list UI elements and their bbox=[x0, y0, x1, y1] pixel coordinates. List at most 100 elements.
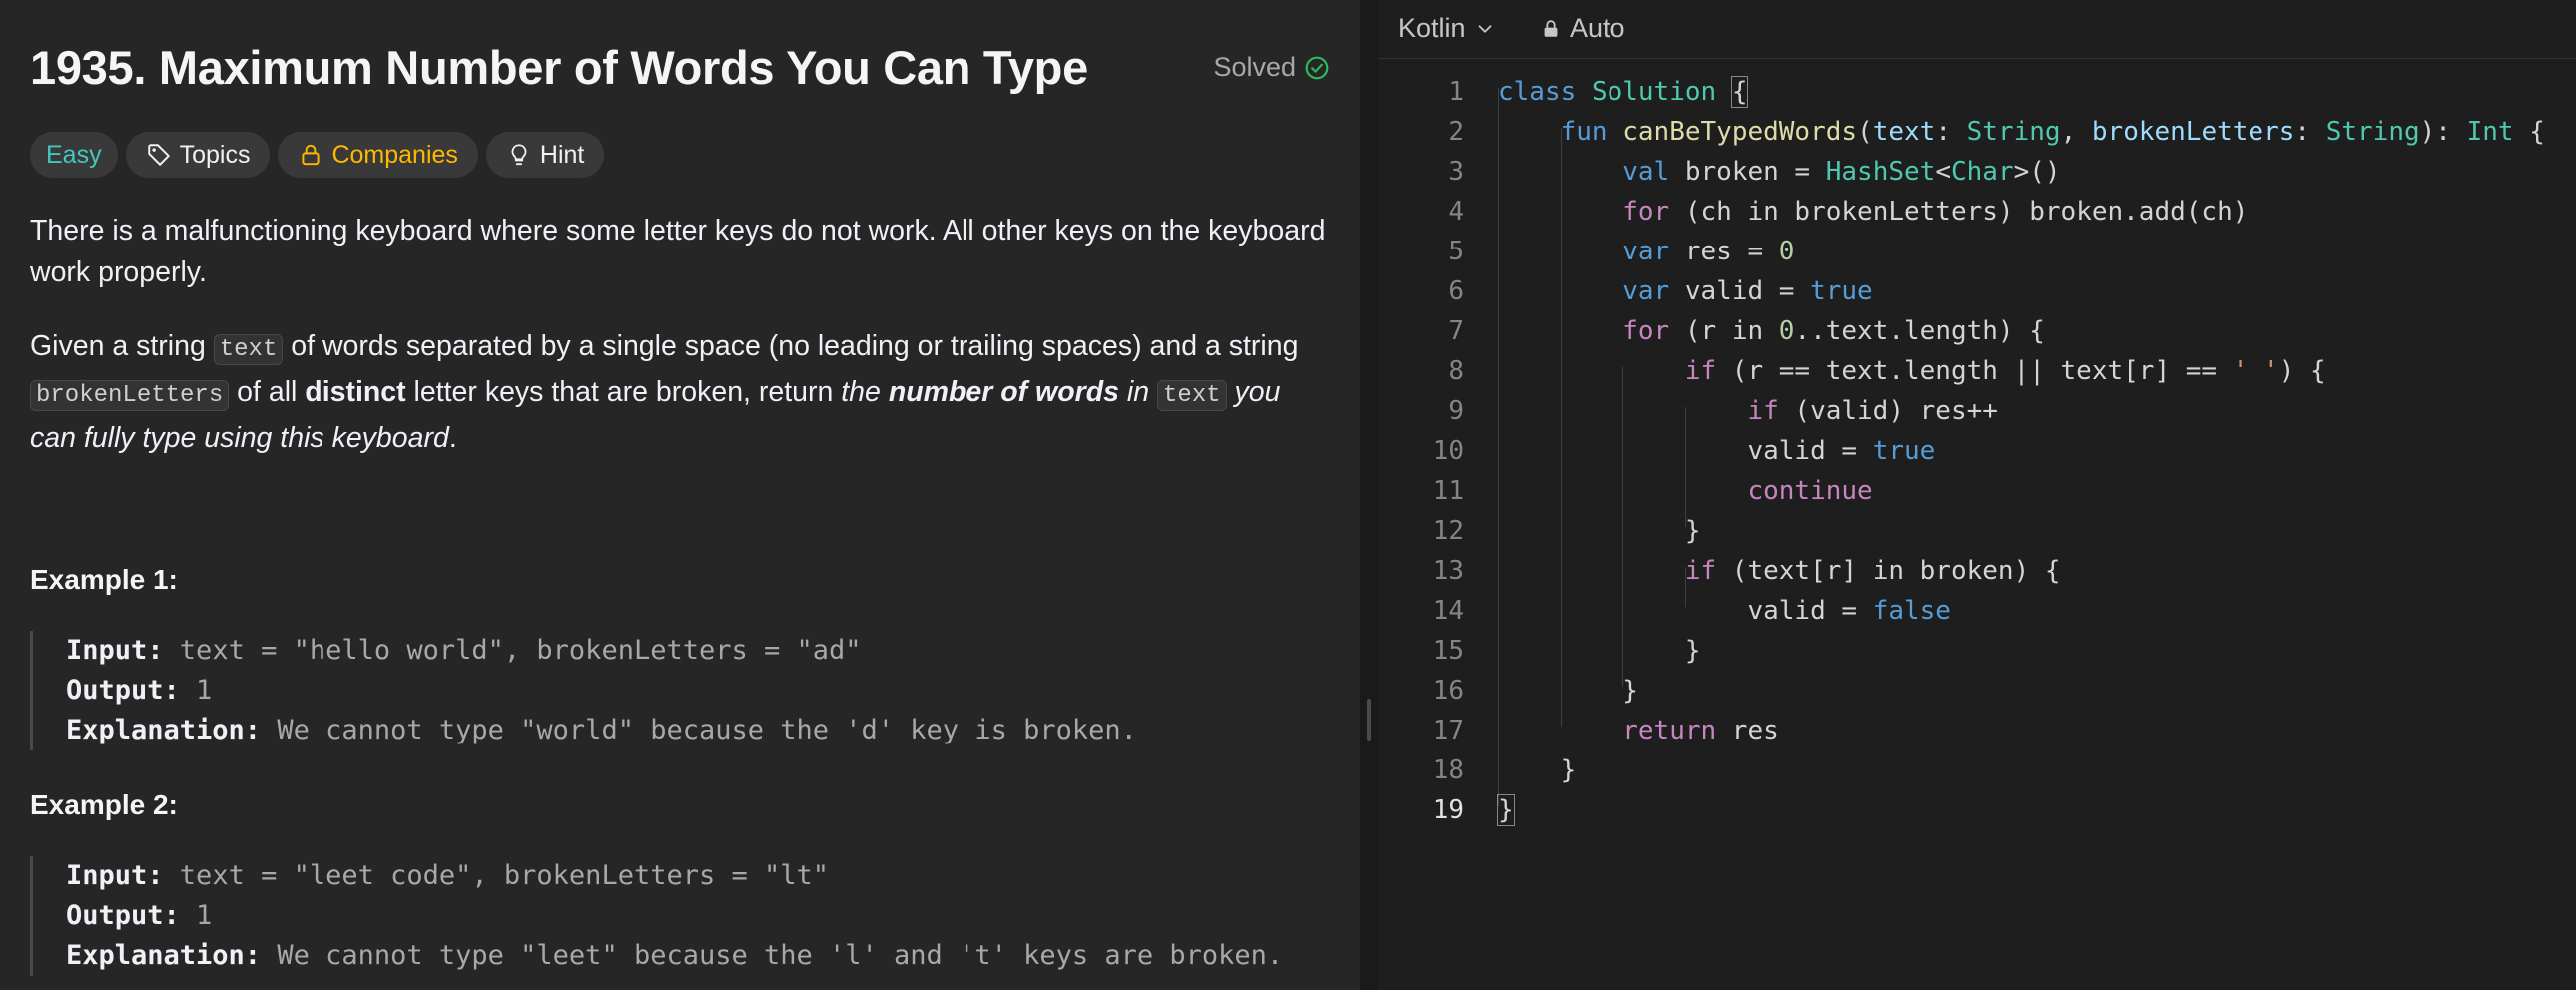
code-area[interactable]: 1 class Solution { 2 fun canBeTypedWords(… bbox=[1378, 72, 2576, 830]
auto-mode-button[interactable]: Auto bbox=[1540, 13, 1625, 44]
line-number: 6 bbox=[1448, 276, 1464, 306]
code-line[interactable]: 13 if (text[r] in broken) { bbox=[1378, 551, 2576, 591]
line-number: 2 bbox=[1448, 117, 1464, 147]
inline-code: brokenLetters bbox=[30, 380, 230, 411]
explanation-label: Explanation: bbox=[66, 940, 262, 971]
code-line[interactable]: 7 for (r in 0..text.length) { bbox=[1378, 311, 2576, 351]
description-paragraph-2: Given a string text of words separated b… bbox=[30, 325, 1328, 459]
line-number: 13 bbox=[1432, 556, 1464, 586]
lightbulb-icon bbox=[511, 144, 527, 166]
example-1-heading: Example 1: bbox=[30, 564, 178, 595]
difficulty-badge: Easy bbox=[30, 132, 118, 178]
line-number: 7 bbox=[1448, 316, 1464, 346]
resize-handle[interactable] bbox=[1367, 699, 1371, 741]
code-text: continue bbox=[1747, 476, 1873, 506]
auto-mode-label: Auto bbox=[1570, 13, 1625, 43]
code-line[interactable]: 16 } bbox=[1378, 671, 2576, 711]
output-label: Output: bbox=[66, 900, 180, 931]
problem-description-panel: 1935. Maximum Number of Words You Can Ty… bbox=[0, 0, 1360, 990]
language-selector[interactable]: Kotlin bbox=[1398, 13, 1496, 44]
output-value: 1 bbox=[179, 900, 213, 931]
text-span: Given a string bbox=[30, 330, 214, 362]
code-text: var res = 0 bbox=[1622, 237, 1795, 266]
bold-italic-text: number of words bbox=[888, 376, 1119, 408]
check-circle-icon bbox=[1305, 56, 1329, 79]
solved-status: Solved bbox=[1213, 52, 1330, 83]
tag-icon bbox=[147, 144, 170, 166]
code-line[interactable]: 18 } bbox=[1378, 750, 2576, 790]
code-line[interactable]: 6 var valid = true bbox=[1378, 271, 2576, 311]
topics-label: Topics bbox=[179, 140, 251, 169]
companies-label: Companies bbox=[331, 140, 458, 169]
example-2-block: Input: text = "leet code", brokenLetters… bbox=[30, 856, 1360, 976]
lock-icon bbox=[302, 144, 321, 166]
code-text: } bbox=[1498, 676, 1638, 706]
code-text: if (r == text.length || text[r] == ' ') … bbox=[1684, 356, 2326, 386]
code-line[interactable]: 9 if (valid) res++ bbox=[1378, 391, 2576, 431]
explanation-value: We cannot type "leet" because the 'l' an… bbox=[261, 940, 1284, 971]
code-line[interactable]: 15 } bbox=[1378, 631, 2576, 671]
problem-tags: Easy Topics Companies Hint bbox=[30, 132, 605, 178]
italic-text: in bbox=[1119, 376, 1158, 408]
line-number: 16 bbox=[1432, 676, 1464, 706]
code-text: for (r in 0..text.length) { bbox=[1622, 316, 2045, 346]
code-text: if (text[r] in broken) { bbox=[1684, 556, 2061, 586]
code-line[interactable]: 4 for (ch in brokenLetters) broken.add(c… bbox=[1378, 192, 2576, 232]
explanation-label: Explanation: bbox=[66, 715, 262, 745]
explanation-value: We cannot type "world" because the 'd' k… bbox=[261, 715, 1137, 745]
topics-button[interactable]: Topics bbox=[125, 132, 271, 178]
hint-button[interactable]: Hint bbox=[485, 132, 605, 178]
code-text: } bbox=[1497, 794, 1515, 826]
code-line[interactable]: 3 val broken = HashSet<Char>() bbox=[1378, 152, 2576, 192]
chevron-down-icon bbox=[1478, 24, 1491, 33]
code-line[interactable]: 5 var res = 0 bbox=[1378, 232, 2576, 271]
code-text: valid = false bbox=[1498, 596, 1951, 626]
line-number: 11 bbox=[1432, 476, 1464, 506]
code-text: class Solution { bbox=[1498, 76, 1749, 108]
code-line[interactable]: 2 fun canBeTypedWords(text: String, brok… bbox=[1378, 112, 2576, 152]
lock-icon bbox=[1544, 19, 1558, 37]
line-number: 8 bbox=[1448, 356, 1464, 386]
inline-code: text bbox=[213, 334, 284, 365]
code-line[interactable]: 17 return res bbox=[1378, 711, 2576, 750]
input-label: Input: bbox=[66, 860, 164, 891]
code-line[interactable]: 1 class Solution { bbox=[1378, 72, 2576, 112]
line-number: 17 bbox=[1432, 716, 1464, 745]
title-row: 1935. Maximum Number of Words You Can Ty… bbox=[30, 40, 1330, 100]
solved-label: Solved bbox=[1213, 52, 1296, 82]
bold-text: distinct bbox=[305, 376, 406, 408]
problem-title[interactable]: 1935. Maximum Number of Words You Can Ty… bbox=[30, 40, 1088, 95]
text-span: . bbox=[448, 422, 457, 454]
line-number: 9 bbox=[1448, 396, 1464, 426]
code-text: } bbox=[1498, 755, 1577, 785]
line-number: 19 bbox=[1432, 795, 1464, 825]
language-label: Kotlin bbox=[1398, 13, 1466, 43]
code-editor-panel: Kotlin Auto 1 class Solution { 2 fun canB… bbox=[1378, 0, 2576, 990]
hint-label: Hint bbox=[539, 140, 585, 169]
line-number: 3 bbox=[1448, 157, 1464, 187]
code-line[interactable]: 19} bbox=[1378, 790, 2576, 830]
code-line[interactable]: 11 continue bbox=[1378, 471, 2576, 511]
code-line[interactable]: 14 valid = false bbox=[1378, 591, 2576, 631]
code-line[interactable]: 10 valid = true bbox=[1378, 431, 2576, 471]
panel-divider[interactable] bbox=[1360, 0, 1378, 990]
example-2-heading: Example 2: bbox=[30, 789, 178, 820]
example-1-block: Input: text = "hello world", brokenLette… bbox=[30, 631, 1360, 750]
code-line[interactable]: 12 } bbox=[1378, 511, 2576, 551]
line-number: 18 bbox=[1432, 755, 1464, 785]
editor-toolbar: Kotlin Auto bbox=[1378, 0, 2576, 59]
code-text: for (ch in brokenLetters) broken.add(ch) bbox=[1622, 197, 2249, 227]
code-line[interactable]: 8 if (r == text.length || text[r] == ' '… bbox=[1378, 351, 2576, 391]
code-text: } bbox=[1498, 516, 1701, 546]
input-label: Input: bbox=[66, 635, 164, 666]
text-span: of all bbox=[229, 376, 306, 408]
line-number: 5 bbox=[1448, 237, 1464, 266]
input-value: text = "hello world", brokenLetters = "a… bbox=[163, 635, 862, 666]
line-number: 4 bbox=[1448, 197, 1464, 227]
companies-button[interactable]: Companies bbox=[278, 132, 478, 178]
problem-description: There is a malfunctioning keyboard where… bbox=[30, 210, 1328, 491]
italic-text: the bbox=[841, 376, 889, 408]
code-text: var valid = true bbox=[1622, 276, 1873, 306]
difficulty-label: Easy bbox=[46, 140, 102, 169]
line-number: 12 bbox=[1432, 516, 1464, 546]
